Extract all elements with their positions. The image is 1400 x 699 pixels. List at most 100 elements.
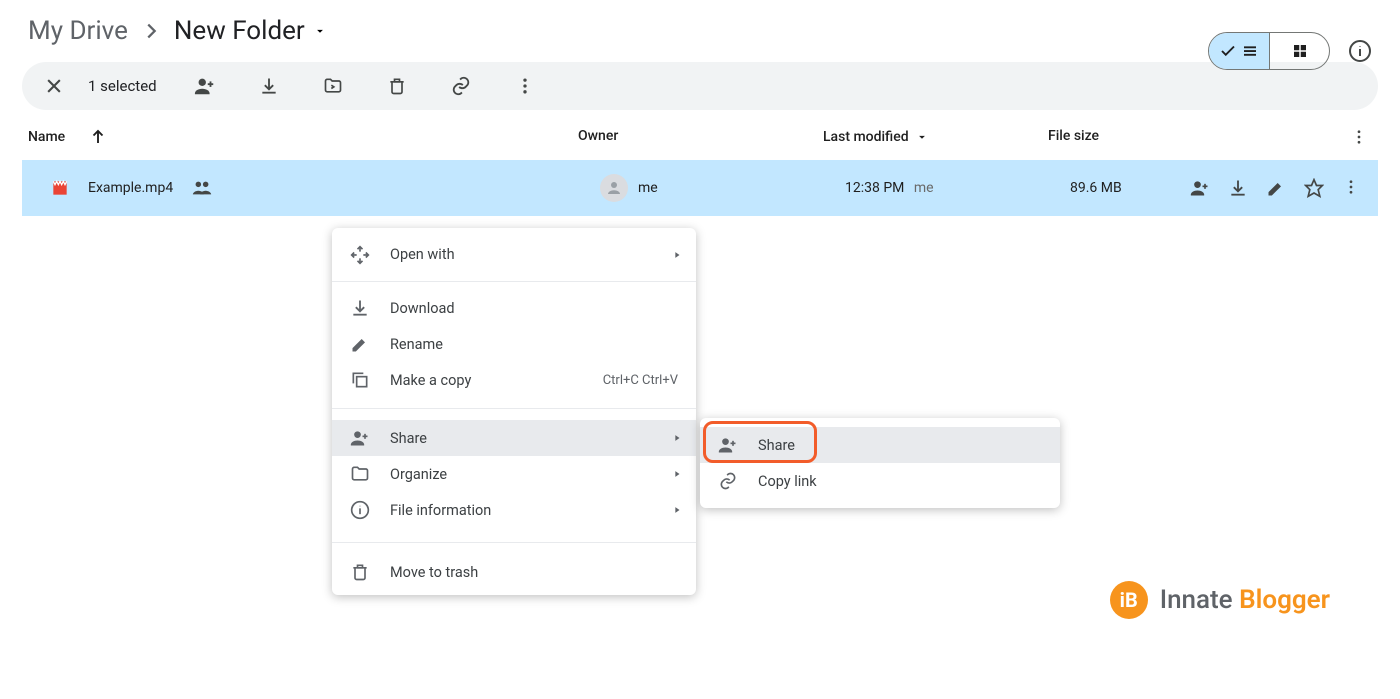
trash-icon xyxy=(387,76,407,96)
menu-download-label: Download xyxy=(390,300,455,317)
menu-rename-label: Rename xyxy=(390,336,443,353)
download-icon xyxy=(1228,178,1248,198)
submenu-copy-link[interactable]: Copy link xyxy=(700,463,1060,499)
pencil-icon xyxy=(1266,178,1286,198)
download-icon xyxy=(350,298,370,318)
owner-column[interactable]: Owner xyxy=(578,128,823,146)
close-icon xyxy=(44,76,64,96)
menu-open-with[interactable]: Open with xyxy=(332,228,696,282)
name-column-label: Name xyxy=(28,129,65,145)
menu-share-label: Share xyxy=(390,430,427,447)
link-icon xyxy=(450,75,472,97)
column-options-button[interactable] xyxy=(1350,128,1368,146)
row-more-button[interactable] xyxy=(1342,178,1360,198)
watermark-text: Innate Blogger xyxy=(1160,585,1330,615)
submenu-share-label: Share xyxy=(758,437,795,454)
row-download-button[interactable] xyxy=(1228,178,1248,198)
sort-arrow-icon xyxy=(89,128,107,146)
menu-rename[interactable]: Rename xyxy=(332,326,696,362)
share-button[interactable] xyxy=(185,66,225,106)
breadcrumb-root[interactable]: My Drive xyxy=(28,16,128,46)
breadcrumb-folder-label: New Folder xyxy=(174,16,305,46)
modified-column-label: Last modified xyxy=(823,129,909,145)
menu-organize[interactable]: Organize xyxy=(332,456,696,492)
grid-icon xyxy=(1291,42,1309,60)
name-column[interactable]: Name xyxy=(28,128,578,146)
watermark-logo: iB xyxy=(1110,581,1148,619)
link-button[interactable] xyxy=(441,66,481,106)
more-vert-icon xyxy=(1350,128,1368,146)
menu-file-info-label: File information xyxy=(390,502,491,519)
download-icon xyxy=(259,76,279,96)
modified-time: 12:38 PM xyxy=(845,180,904,196)
delete-button[interactable] xyxy=(377,66,417,106)
grid-view-option[interactable] xyxy=(1269,33,1329,69)
submenu-share[interactable]: Share xyxy=(700,427,1060,463)
link-icon xyxy=(718,471,738,491)
size-column[interactable]: File size xyxy=(1048,128,1372,146)
row-star-button[interactable] xyxy=(1304,178,1324,198)
caret-down-icon xyxy=(915,130,929,144)
list-view-option[interactable] xyxy=(1209,33,1269,69)
context-menu: Open with Download Rename Make a copy Ct… xyxy=(332,228,696,595)
open-with-icon xyxy=(350,245,370,265)
person-add-icon xyxy=(1190,178,1210,198)
menu-make-copy-kbd: Ctrl+C Ctrl+V xyxy=(603,373,678,388)
arrow-right-icon xyxy=(672,433,682,443)
header-controls xyxy=(1208,32,1372,70)
breadcrumb: My Drive New Folder xyxy=(0,0,1400,62)
modified-cell: 12:38 PM me xyxy=(845,180,1070,196)
more-button[interactable] xyxy=(505,66,545,106)
check-icon xyxy=(1219,42,1237,60)
more-vert-icon xyxy=(515,76,535,96)
info-icon xyxy=(1348,39,1372,63)
breadcrumb-folder[interactable]: New Folder xyxy=(174,16,327,46)
trash-icon xyxy=(350,562,370,582)
clear-selection-button[interactable] xyxy=(34,66,74,106)
pencil-icon xyxy=(350,334,370,354)
owner-cell: me xyxy=(600,174,845,202)
download-button[interactable] xyxy=(249,66,289,106)
submenu-copy-link-label: Copy link xyxy=(758,473,817,490)
menu-open-with-label: Open with xyxy=(390,246,455,263)
info-icon xyxy=(350,500,370,520)
selection-count: 1 selected xyxy=(88,77,157,95)
watermark: iB Innate Blogger xyxy=(1110,581,1330,619)
selection-toolbar: 1 selected xyxy=(22,62,1378,110)
move-folder-icon xyxy=(323,76,343,96)
view-toggle xyxy=(1208,32,1330,70)
arrow-right-icon xyxy=(672,469,682,479)
shared-icon xyxy=(191,177,213,199)
row-share-button[interactable] xyxy=(1190,178,1210,198)
menu-make-copy-label: Make a copy xyxy=(390,372,471,389)
menu-organize-label: Organize xyxy=(390,466,447,483)
arrow-right-icon xyxy=(672,505,682,515)
row-rename-button[interactable] xyxy=(1266,178,1286,198)
arrow-right-icon xyxy=(672,250,682,260)
menu-make-copy[interactable]: Make a copy Ctrl+C Ctrl+V xyxy=(332,362,696,398)
menu-trash-label: Move to trash xyxy=(390,564,478,581)
folder-icon xyxy=(350,464,370,484)
modified-by: me xyxy=(914,180,934,196)
row-actions xyxy=(1190,178,1360,198)
file-cell: Example.mp4 xyxy=(50,177,600,199)
person-add-icon xyxy=(350,428,370,448)
menu-share[interactable]: Share xyxy=(332,420,696,456)
menu-trash[interactable]: Move to trash xyxy=(332,549,696,595)
video-file-icon xyxy=(50,178,70,198)
menu-separator xyxy=(332,542,696,543)
file-row[interactable]: Example.mp4 me 12:38 PM me 89.6 MB xyxy=(22,160,1378,216)
person-add-icon xyxy=(718,435,738,455)
menu-download[interactable]: Download xyxy=(332,290,696,326)
modified-column[interactable]: Last modified xyxy=(823,128,1048,146)
star-icon xyxy=(1304,178,1324,198)
more-vert-icon xyxy=(1342,178,1360,196)
share-submenu: Share Copy link xyxy=(700,418,1060,508)
info-button[interactable] xyxy=(1348,39,1372,63)
list-icon xyxy=(1241,42,1259,60)
move-button[interactable] xyxy=(313,66,353,106)
menu-file-info[interactable]: File information xyxy=(332,492,696,528)
avatar xyxy=(600,174,628,202)
caret-down-icon xyxy=(313,24,327,38)
chevron-right-icon xyxy=(140,20,162,42)
